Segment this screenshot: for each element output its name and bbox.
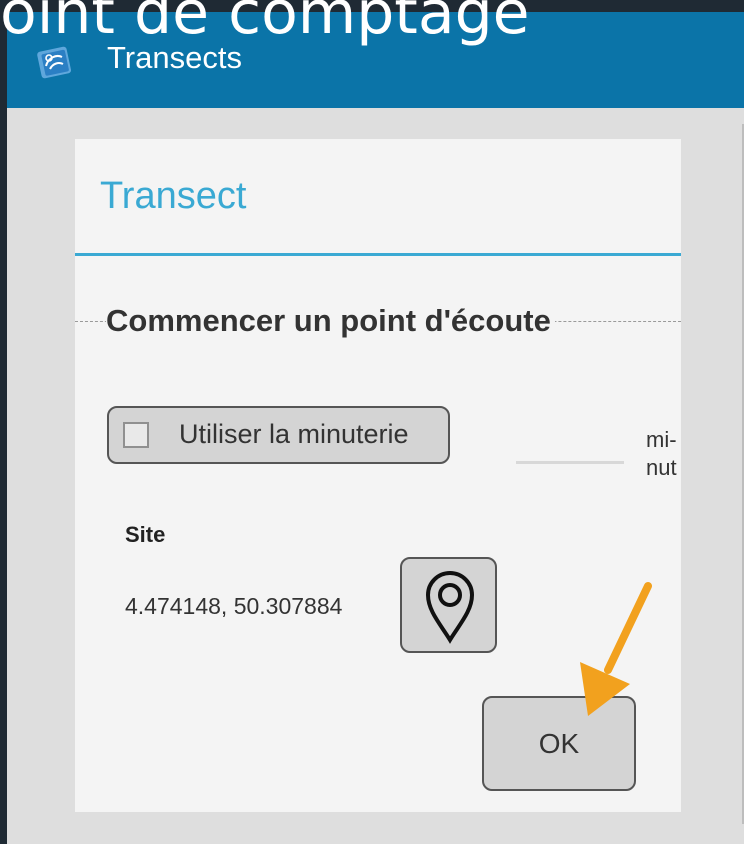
arrow-pointer-icon [580, 582, 652, 716]
